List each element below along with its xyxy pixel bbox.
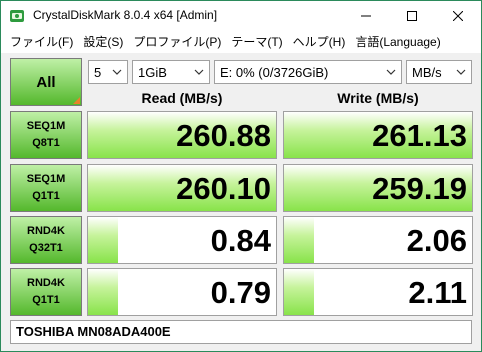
corner-marker-icon bbox=[73, 97, 80, 104]
write-result-seq1m-q1t1: 259.19 bbox=[283, 164, 473, 212]
read-value: 260.10 bbox=[176, 171, 271, 206]
close-icon bbox=[453, 11, 463, 21]
test-name-line1: SEQ1M bbox=[26, 173, 66, 185]
title-bar: CrystalDiskMark 8.0.4 x64 [Admin] bbox=[1, 1, 481, 31]
menu-language[interactable]: 言語(Language) bbox=[350, 32, 445, 52]
test-name-line1: RND4K bbox=[27, 277, 65, 289]
chevron-down-icon bbox=[194, 69, 204, 75]
drive-value: E: 0% (0/3726GiB) bbox=[220, 64, 329, 80]
seq1m-q1t1-button[interactable]: SEQ1M Q1T1 bbox=[10, 164, 82, 212]
test-name-line2: Q32T1 bbox=[29, 242, 63, 254]
unit-value: MB/s bbox=[412, 64, 442, 80]
read-result-seq1m-q8t1: 260.88 bbox=[87, 111, 277, 159]
test-name-line2: Q1T1 bbox=[32, 294, 60, 306]
test-size-value: 1GiB bbox=[138, 64, 167, 80]
write-value: 259.19 bbox=[372, 171, 467, 206]
test-count-select[interactable]: 5 bbox=[88, 60, 128, 84]
maximize-button[interactable] bbox=[389, 1, 435, 31]
write-value: 2.11 bbox=[408, 275, 467, 310]
write-level-bar bbox=[284, 217, 315, 263]
menu-theme[interactable]: テーマ(T) bbox=[226, 32, 287, 52]
main-panel: All 5 1GiB E: 0% (0/3726GiB) MB/s Read (… bbox=[1, 53, 481, 351]
rnd4k-q1t1-button[interactable]: RND4K Q1T1 bbox=[10, 268, 82, 316]
read-value: 260.88 bbox=[176, 118, 271, 153]
drive-model-label[interactable]: TOSHIBA MN08ADA400E bbox=[10, 320, 472, 344]
chevron-down-icon bbox=[386, 69, 396, 75]
write-value: 261.13 bbox=[372, 118, 467, 153]
test-size-select[interactable]: 1GiB bbox=[132, 60, 210, 84]
read-level-bar bbox=[88, 269, 119, 315]
rnd4k-q32t1-button[interactable]: RND4K Q32T1 bbox=[10, 216, 82, 264]
test-name-line1: SEQ1M bbox=[26, 120, 66, 132]
read-result-rnd4k-q32t1: 0.84 bbox=[87, 216, 277, 264]
unit-select[interactable]: MB/s bbox=[406, 60, 472, 84]
test-name-line2: Q8T1 bbox=[32, 137, 60, 149]
drive-select[interactable]: E: 0% (0/3726GiB) bbox=[214, 60, 402, 84]
minimize-button[interactable] bbox=[343, 1, 389, 31]
read-result-rnd4k-q1t1: 0.79 bbox=[87, 268, 277, 316]
read-level-bar bbox=[88, 217, 119, 263]
app-logo-icon bbox=[10, 10, 24, 22]
all-button[interactable]: All bbox=[10, 58, 82, 106]
write-result-rnd4k-q32t1: 2.06 bbox=[283, 216, 473, 264]
menu-settings[interactable]: 設定(S) bbox=[78, 32, 128, 52]
chevron-down-icon bbox=[456, 69, 466, 75]
menu-bar: ファイル(F) 設定(S) プロファイル(P) テーマ(T) ヘルプ(H) 言語… bbox=[1, 31, 481, 53]
chevron-down-icon bbox=[112, 69, 122, 75]
close-button[interactable] bbox=[435, 1, 481, 31]
read-result-seq1m-q1t1: 260.10 bbox=[87, 164, 277, 212]
write-column-header: Write (MB/s) bbox=[337, 90, 419, 106]
seq1m-q8t1-button[interactable]: SEQ1M Q8T1 bbox=[10, 111, 82, 159]
write-level-bar bbox=[284, 269, 315, 315]
maximize-icon bbox=[407, 11, 417, 21]
app-window: CrystalDiskMark 8.0.4 x64 [Admin] ファイル(F… bbox=[0, 0, 482, 352]
menu-file[interactable]: ファイル(F) bbox=[5, 32, 78, 52]
write-result-seq1m-q8t1: 261.13 bbox=[283, 111, 473, 159]
all-button-label: All bbox=[36, 73, 56, 91]
read-column-header: Read (MB/s) bbox=[141, 90, 223, 106]
test-count-value: 5 bbox=[94, 64, 102, 80]
menu-profile[interactable]: プロファイル(P) bbox=[128, 32, 226, 52]
write-result-rnd4k-q1t1: 2.11 bbox=[283, 268, 473, 316]
window-title: CrystalDiskMark 8.0.4 x64 [Admin] bbox=[33, 8, 218, 22]
read-value: 0.84 bbox=[210, 223, 271, 258]
menu-help[interactable]: ヘルプ(H) bbox=[288, 32, 351, 52]
test-name-line1: RND4K bbox=[27, 225, 65, 237]
read-value: 0.79 bbox=[210, 275, 271, 310]
test-name-line2: Q1T1 bbox=[32, 190, 60, 202]
write-value: 2.06 bbox=[406, 223, 467, 258]
minimize-icon bbox=[361, 15, 371, 17]
